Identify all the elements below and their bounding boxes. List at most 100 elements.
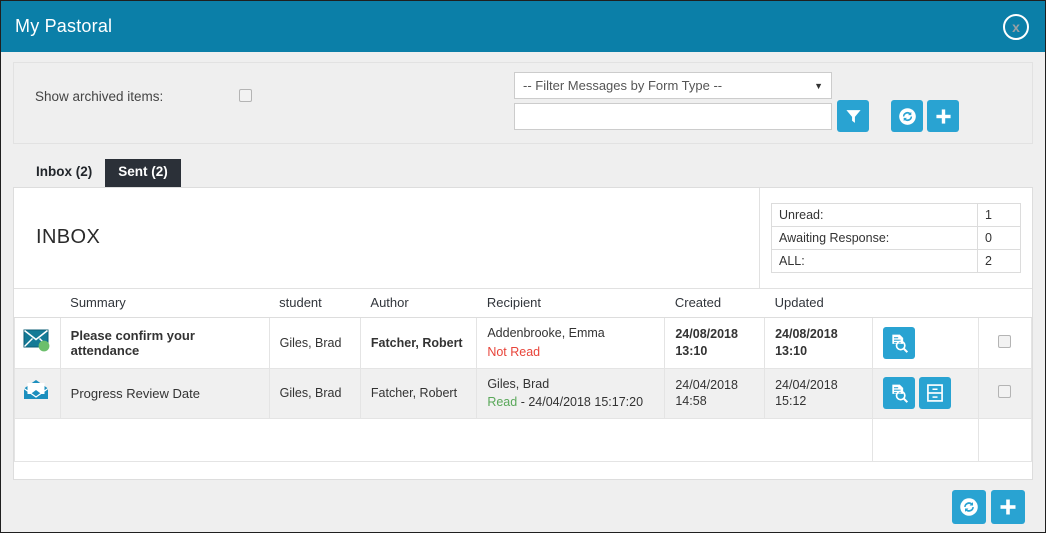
stats-label-all: ALL: <box>771 248 978 273</box>
form-type-select-value: -- Filter Messages by Form Type -- <box>523 78 723 93</box>
col-updated[interactable]: Updated <box>764 288 873 318</box>
row-select-cell <box>977 367 1032 420</box>
row-student: Giles, Brad <box>268 316 361 369</box>
row-updated: 24/08/2018 13:10 <box>764 316 874 369</box>
footer-actions <box>13 489 1033 524</box>
table-footer-select <box>977 418 1032 463</box>
archive-button[interactable] <box>919 377 952 410</box>
row-updated-time: 15:12 <box>775 394 807 409</box>
row-author: Fatcher, Robert <box>359 367 478 420</box>
col-student[interactable]: student <box>269 288 361 318</box>
row-icon-cell <box>14 316 61 369</box>
row-icon-cell <box>14 367 61 420</box>
table-footer-cell <box>14 418 874 463</box>
row-select-cell <box>977 316 1032 369</box>
chevron-down-icon: ▼ <box>814 80 823 91</box>
row-select-checkbox[interactable] <box>998 385 1012 399</box>
row-created: 24/08/2018 13:10 <box>664 316 766 369</box>
status-badge: Not Read <box>487 344 541 359</box>
col-summary[interactable]: Summary <box>60 288 270 318</box>
row-created-date: 24/04/2018 <box>675 377 738 392</box>
show-archived-label: Show archived items: <box>35 89 164 104</box>
messages-table-head: Summary student Author Recipient Created… <box>14 288 1032 318</box>
refresh-button-bottom[interactable] <box>952 489 986 524</box>
row-updated-date: 24/08/2018 <box>775 326 838 341</box>
filter-fields: -- Filter Messages by Form Type -- ▼ <box>514 72 832 130</box>
filter-icon <box>845 109 861 123</box>
row-recipient: Giles, Brad Read - 24/04/2018 15:17:20 <box>476 367 666 420</box>
row-actions-wrap <box>883 326 968 359</box>
stats-value-unread: 1 <box>977 202 1021 227</box>
status-badge: Read <box>487 395 518 410</box>
row-actions <box>872 367 979 420</box>
row-updated-time: 13:10 <box>775 343 808 358</box>
add-icon <box>1000 499 1016 515</box>
row-summary[interactable]: Progress Review Date <box>59 367 270 420</box>
row-recipient-status: Read - 24/04/2018 15:17:20 <box>487 394 654 411</box>
col-actions <box>872 288 979 318</box>
show-archived-checkbox[interactable] <box>239 89 252 102</box>
row-created: 24/04/2018 14:58 <box>664 367 766 420</box>
add-icon <box>935 108 951 124</box>
row-student: Giles, Brad <box>268 367 361 420</box>
app-window: My Pastoral x Show archived items: -- Fi… <box>0 0 1046 533</box>
page-title: My Pastoral <box>15 16 113 36</box>
stats-value-awaiting: 0 <box>977 225 1021 250</box>
row-actions <box>872 316 979 369</box>
table-row[interactable]: Progress Review Date Giles, Brad Fatcher… <box>14 367 1032 420</box>
table-footer-row <box>14 418 1032 463</box>
add-button-bottom[interactable] <box>991 489 1025 524</box>
refresh-button-top[interactable] <box>891 100 923 132</box>
col-recipient[interactable]: Recipient <box>476 288 665 318</box>
row-summary[interactable]: Please confirm your attendance <box>59 316 270 369</box>
close-icon[interactable]: x <box>1003 13 1029 40</box>
inbox-panel: INBOX Unread: 1 Awaiting Response: 0 ALL… <box>13 186 1033 480</box>
stats-label-awaiting: Awaiting Response: <box>771 225 978 250</box>
view-document-icon <box>892 334 909 353</box>
stats-row: Unread: 1 <box>771 202 1021 227</box>
table-row[interactable]: Please confirm your attendance Giles, Br… <box>14 316 1032 369</box>
table-header-row: Summary student Author Recipient Created… <box>14 288 1032 318</box>
add-button-top[interactable] <box>927 100 959 132</box>
panel-header: INBOX Unread: 1 Awaiting Response: 0 ALL… <box>14 187 1032 289</box>
title-bar: My Pastoral x <box>1 1 1045 52</box>
row-author: Fatcher, Robert <box>359 316 478 369</box>
view-document-button[interactable] <box>883 326 916 359</box>
messages-table: Summary student Author Recipient Created… <box>14 288 1032 463</box>
col-author[interactable]: Author <box>360 288 477 318</box>
row-recipient-status: Not Read <box>487 344 654 361</box>
stats-table: Unread: 1 Awaiting Response: 0 ALL: 2 <box>771 202 1021 273</box>
panel-header-left: INBOX <box>14 187 760 288</box>
view-document-button[interactable] <box>883 377 916 410</box>
view-document-icon <box>892 385 909 404</box>
col-created[interactable]: Created <box>664 288 765 318</box>
inbox-title: INBOX <box>36 226 101 249</box>
tab-inbox[interactable]: Inbox (2) <box>23 159 105 187</box>
row-recipient-name: Giles, Brad <box>487 376 550 391</box>
row-recipient-name: Addenbrooke, Emma <box>487 325 605 340</box>
table-footer-actions <box>872 418 979 463</box>
panel-header-right: Unread: 1 Awaiting Response: 0 ALL: 2 <box>760 188 1032 288</box>
filter-panel: Show archived items: -- Filter Messages … <box>13 62 1033 144</box>
row-created-time: 14:58 <box>675 394 707 409</box>
form-type-select[interactable]: -- Filter Messages by Form Type -- ▼ <box>514 72 832 99</box>
search-input[interactable] <box>514 103 832 130</box>
stats-row: Awaiting Response: 0 <box>771 225 1021 250</box>
status-detail: - 24/04/2018 15:17:20 <box>517 395 644 410</box>
tab-bar: Inbox (2) Sent (2) <box>13 159 1033 187</box>
row-updated: 24/04/2018 15:12 <box>764 367 874 420</box>
tab-sent[interactable]: Sent (2) <box>105 159 181 187</box>
body-area: Show archived items: -- Filter Messages … <box>1 52 1045 532</box>
col-select <box>978 288 1032 318</box>
filter-button[interactable] <box>837 100 869 132</box>
stats-row: ALL: 2 <box>771 248 1021 273</box>
filter-controls: -- Filter Messages by Form Type -- ▼ <box>514 72 959 132</box>
row-created-date: 24/08/2018 <box>675 326 738 341</box>
row-select-checkbox[interactable] <box>998 334 1012 348</box>
messages-table-body: Please confirm your attendance Giles, Br… <box>14 316 1032 463</box>
refresh-icon <box>960 498 978 516</box>
row-recipient: Addenbrooke, Emma Not Read <box>476 316 666 369</box>
row-actions-wrap <box>883 377 968 410</box>
row-created-time: 13:10 <box>675 343 708 358</box>
row-updated-date: 24/04/2018 <box>775 377 838 392</box>
